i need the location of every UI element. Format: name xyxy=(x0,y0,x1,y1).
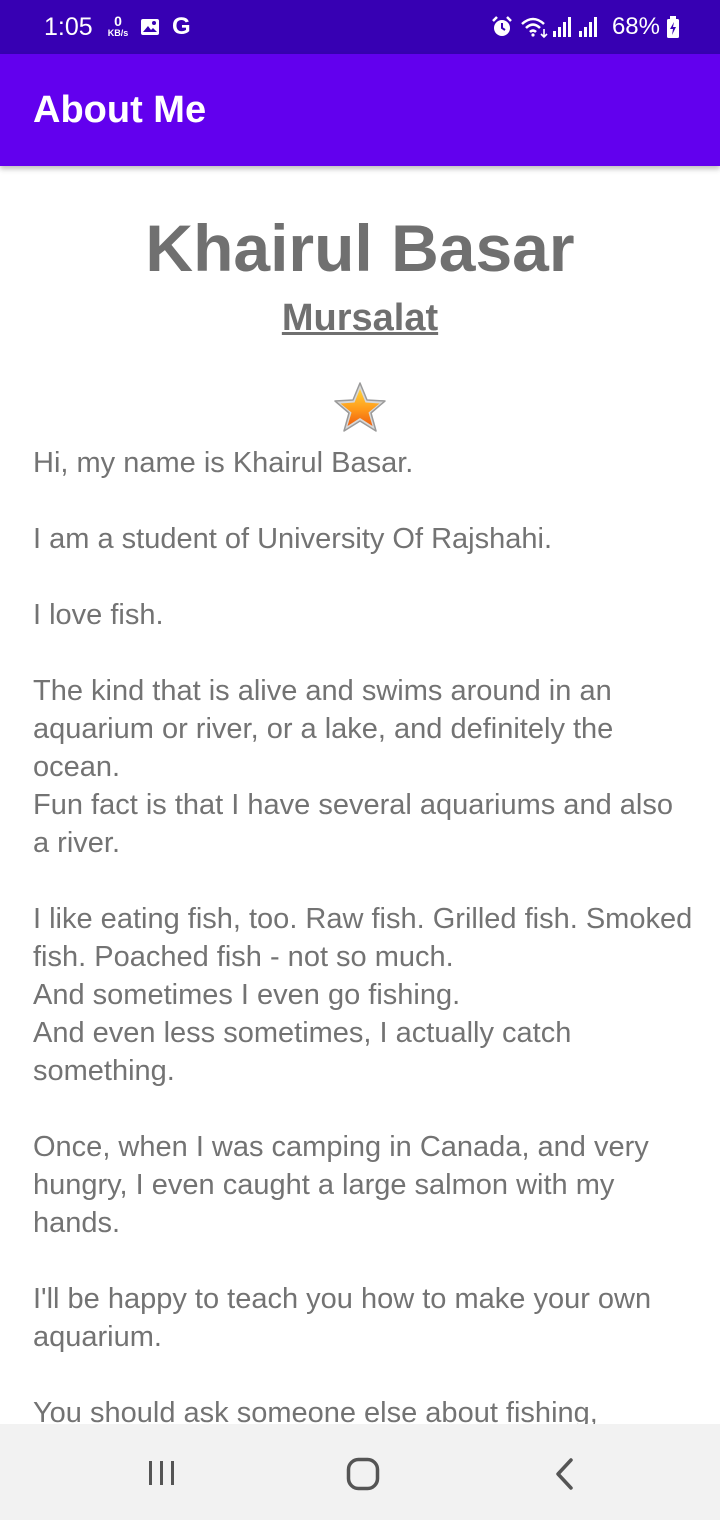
network-speed-unit: KB/s xyxy=(107,28,129,38)
signal-icon xyxy=(578,17,597,37)
app-bar: About Me xyxy=(0,54,720,166)
star-icon xyxy=(334,382,386,432)
google-icon: G xyxy=(172,13,191,40)
profile-nickname[interactable]: Mursalat xyxy=(0,294,720,342)
app-bar-title: About Me xyxy=(33,89,207,131)
navigation-bar xyxy=(0,1424,720,1520)
status-bar: 1:05 0 KB/s G 68% xyxy=(0,0,720,54)
status-icons: 68% xyxy=(490,12,680,42)
profile-name: Khairul Basar xyxy=(145,211,575,285)
alarm-icon xyxy=(492,16,512,36)
gallery-icon xyxy=(141,19,159,35)
battery-percent: 68% xyxy=(611,13,660,40)
bio-text: Hi, my name is Khairul Basar. I am a stu… xyxy=(33,447,693,1424)
status-time: 1:05 xyxy=(44,13,93,41)
wifi-icon xyxy=(521,17,548,39)
network-speed-value: 0 xyxy=(114,13,122,29)
back-icon[interactable] xyxy=(552,1457,576,1491)
recents-icon[interactable] xyxy=(146,1460,178,1486)
scroll-content[interactable]: Khairul Basar Mursalat Hi, my name is Kh… xyxy=(0,166,720,1424)
battery-icon xyxy=(667,16,679,38)
network-speed-indicator: 0 KB/s xyxy=(104,14,132,38)
home-icon[interactable] xyxy=(346,1457,380,1491)
signal-icon xyxy=(552,17,571,37)
